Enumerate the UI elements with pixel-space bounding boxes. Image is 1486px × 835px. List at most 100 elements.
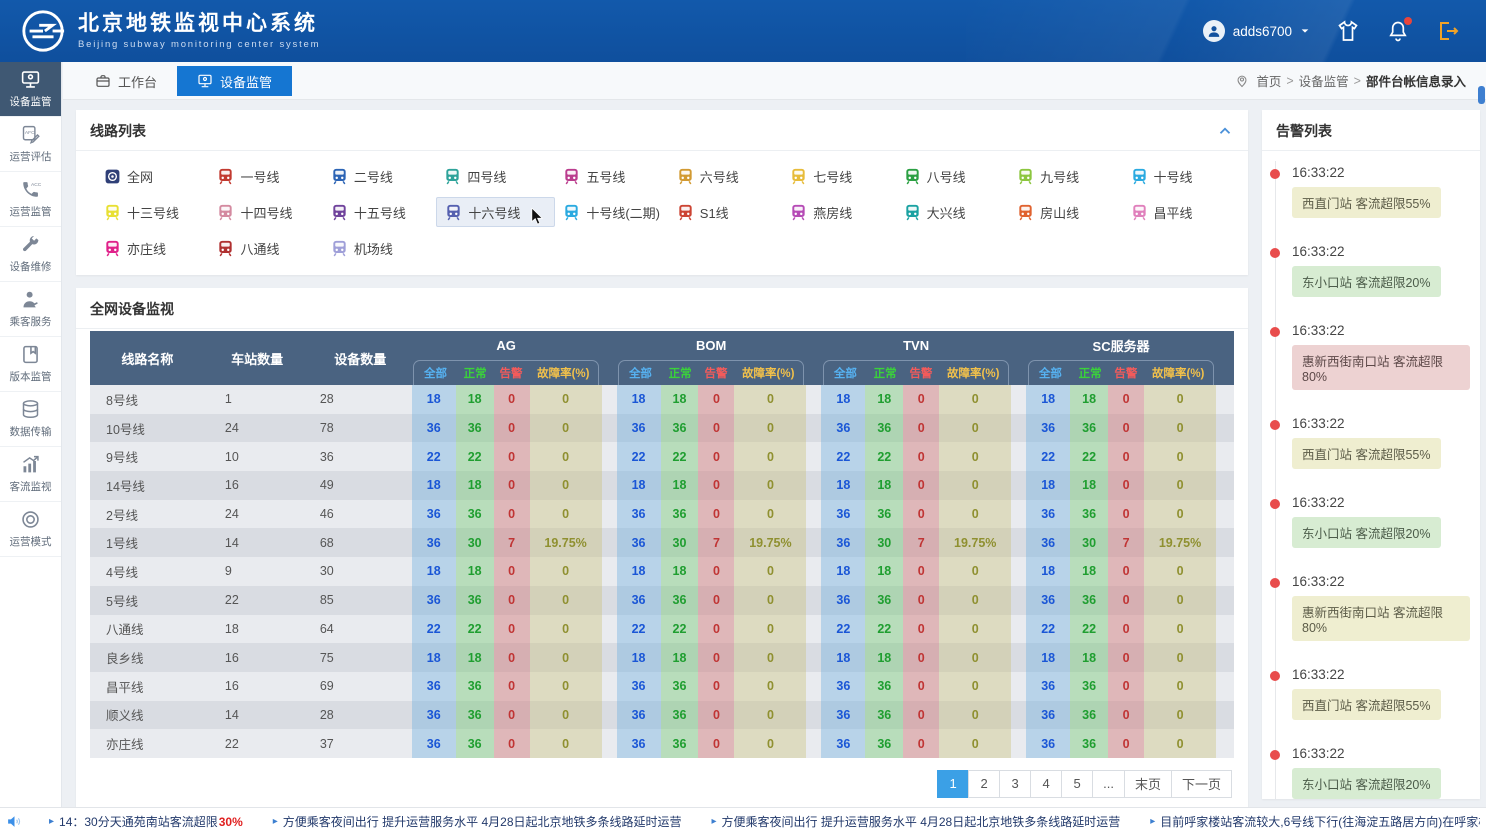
page-button-末页[interactable]: 末页 [1124, 770, 1172, 798]
line-item-十号线[interactable]: 十号线 [1123, 161, 1209, 191]
sidebar-item-客流监视[interactable]: 客流监视 [0, 447, 61, 502]
line-item-S1线[interactable]: S1线 [669, 197, 755, 227]
alarm-item[interactable]: 16:33:22惠新西街南口站 客流超限80% [1262, 574, 1470, 641]
line-item-全网[interactable]: 全网 [96, 161, 182, 191]
ticker-text: 目前呼家楼站客流较大,6号线下行(往海淀五路居方向)在呼家楼站采取部分在呼家楼站… [1160, 813, 1480, 830]
line-item-七号线[interactable]: 七号线 [782, 161, 868, 191]
theme-shirt-icon[interactable] [1336, 19, 1360, 43]
line-item-亦庄线[interactable]: 亦庄线 [96, 233, 182, 263]
table-row-4号线[interactable]: 4号线930181800181800181800181800 [90, 557, 1234, 586]
tab-设备监管[interactable]: 设备监管 [177, 66, 292, 96]
page-button-3[interactable]: 3 [999, 770, 1031, 798]
cell-TVN-正常: 18 [865, 471, 903, 500]
table-row-10号线[interactable]: 10号线2478363600363600363600363600 [90, 414, 1234, 443]
sidebar-item-乘客服务[interactable]: 乘客服务 [0, 282, 61, 337]
user-menu[interactable]: adds6700 [1203, 20, 1310, 42]
alarm-time: 16:33:22 [1292, 746, 1470, 761]
breadcrumb-item[interactable]: 设备监管 [1299, 71, 1349, 90]
group-spacer [806, 414, 821, 443]
line-item-二号线[interactable]: 二号线 [323, 161, 409, 191]
alarm-item[interactable]: 16:33:22东小口站 客流超限20% [1262, 244, 1470, 297]
table-row-顺义线[interactable]: 顺义线1428363600363600363600363600 [90, 701, 1234, 730]
cell-BOM-故障率(%): 0 [734, 442, 806, 471]
alarm-item[interactable]: 16:33:22西直门站 客流超限55% [1262, 416, 1470, 469]
brand: 北京地铁监视中心系统 Beijing subway monitoring cen… [0, 8, 320, 54]
cell-AG-告警: 0 [494, 701, 530, 730]
line-item-四号线[interactable]: 四号线 [436, 161, 522, 191]
alarm-item[interactable]: 16:33:22西直门站 客流超限55% [1262, 667, 1470, 720]
sidebar-item-设备监管[interactable]: 设备监管 [0, 62, 61, 117]
cell-value: 0 [508, 622, 515, 636]
window-scrollbar-thumb[interactable] [1478, 86, 1485, 104]
line-item-十四号线[interactable]: 十四号线 [209, 197, 300, 227]
sidebar-item-运营模式[interactable]: 运营模式 [0, 502, 61, 557]
cell-value: 22 [673, 450, 687, 464]
cell-TVN-告警: 7 [903, 528, 939, 557]
cell-TVN-正常: 36 [865, 672, 903, 701]
table-row-14号线[interactable]: 14号线1649181800181800181800181800 [90, 471, 1234, 500]
cell-AG-告警: 0 [494, 557, 530, 586]
line-item-机场线[interactable]: 机场线 [323, 233, 409, 263]
page-button-2[interactable]: 2 [968, 770, 1000, 798]
cell-AG-正常: 22 [456, 615, 494, 644]
cell-AG-正常: 18 [456, 385, 494, 414]
tab-工作台[interactable]: 工作台 [75, 66, 177, 96]
line-item-五号线[interactable]: 五号线 [555, 161, 641, 191]
page-button-1[interactable]: 1 [937, 770, 969, 798]
sidebar-item-版本监管[interactable]: 版本监管 [0, 337, 61, 392]
subcol-header-告警: 告警 [1108, 365, 1143, 381]
sidebar-item-数据传输[interactable]: 数据传输 [0, 392, 61, 447]
cell-AG-故障率(%): 0 [530, 701, 602, 730]
table-row-八通线[interactable]: 八通线1864222200222200222200222200 [90, 615, 1234, 644]
notifications-bell-icon[interactable] [1386, 19, 1410, 43]
cell-value: 0 [972, 450, 979, 464]
alarm-item[interactable]: 16:33:22西直门站 客流超限55% [1262, 165, 1470, 218]
line-item-八号线[interactable]: 八号线 [896, 161, 982, 191]
line-item-十六号线[interactable]: 十六号线 [436, 197, 555, 227]
table-row-良乡线[interactable]: 良乡线1675181800181800181800181800 [90, 643, 1234, 672]
line-item-八通线[interactable]: 八通线 [209, 233, 295, 263]
alarm-item[interactable]: 16:33:22东小口站 客流超限20% [1262, 746, 1470, 799]
table-row-1号线[interactable]: 1号线14683630719.75%3630719.75%3630719.75%… [90, 528, 1234, 557]
group-spacer [1011, 586, 1026, 615]
alarm-item[interactable]: 16:33:22东小口站 客流超限20% [1262, 495, 1470, 548]
table-row-9号线[interactable]: 9号线1036222200222200222200222200 [90, 442, 1234, 471]
table-row-8号线[interactable]: 8号线128181800181800181800181800 [90, 385, 1234, 414]
page-button-下一页[interactable]: 下一页 [1171, 770, 1232, 798]
page-button-5[interactable]: 5 [1061, 770, 1093, 798]
sidebar-item-设备维修[interactable]: 设备维修 [0, 227, 61, 282]
page-button-4[interactable]: 4 [1030, 770, 1062, 798]
line-item-十三号线[interactable]: 十三号线 [96, 197, 187, 227]
sidebar-item-运营评估[interactable]: AFC运营评估 [0, 117, 61, 172]
line-item-十号线(二期)[interactable]: 十号线(二期) [555, 197, 668, 227]
cell-value: 0 [1123, 421, 1130, 435]
logout-icon[interactable] [1436, 19, 1460, 43]
line-item-房山线[interactable]: 房山线 [1009, 197, 1095, 227]
cell-SC服务器-全部: 36 [1026, 701, 1070, 730]
page-button-...[interactable]: ... [1092, 770, 1125, 798]
cell-value: 0 [918, 708, 925, 722]
alarm-item[interactable]: 16:33:22惠新西街南口站 客流超限80% [1262, 323, 1470, 390]
collapse-chevron-up-icon[interactable] [1216, 122, 1234, 140]
line-item-燕房线[interactable]: 燕房线 [782, 197, 868, 227]
group-spacer [1216, 471, 1234, 500]
cell-SC服务器-告警: 0 [1108, 701, 1144, 730]
cell-value: 36 [1041, 421, 1055, 435]
table-row-昌平线[interactable]: 昌平线1669363600363600363600363600 [90, 672, 1234, 701]
line-item-大兴线[interactable]: 大兴线 [896, 197, 982, 227]
cell-TVN-全部: 36 [821, 672, 865, 701]
alarm-list[interactable]: 16:33:22西直门站 客流超限55% 16:33:22东小口站 客流超限20%… [1262, 151, 1480, 799]
line-item-六号线[interactable]: 六号线 [669, 161, 755, 191]
group-spacer [806, 586, 821, 615]
sidebar-item-运营监管[interactable]: ACC运营监管 [0, 172, 61, 227]
line-item-九号线[interactable]: 九号线 [1009, 161, 1095, 191]
line-item-一号线[interactable]: 一号线 [209, 161, 295, 191]
cell-AG-全部: 22 [412, 442, 456, 471]
line-item-昌平线[interactable]: 昌平线 [1123, 197, 1209, 227]
table-row-亦庄线[interactable]: 亦庄线2237363600363600363600363600 [90, 729, 1234, 758]
table-row-2号线[interactable]: 2号线2446363600363600363600363600 [90, 500, 1234, 529]
cell-value: 36 [1082, 708, 1096, 722]
line-item-十五号线[interactable]: 十五号线 [323, 197, 414, 227]
breadcrumb-item[interactable]: 首页 [1256, 71, 1281, 90]
table-row-5号线[interactable]: 5号线2285363600363600363600363600 [90, 586, 1234, 615]
